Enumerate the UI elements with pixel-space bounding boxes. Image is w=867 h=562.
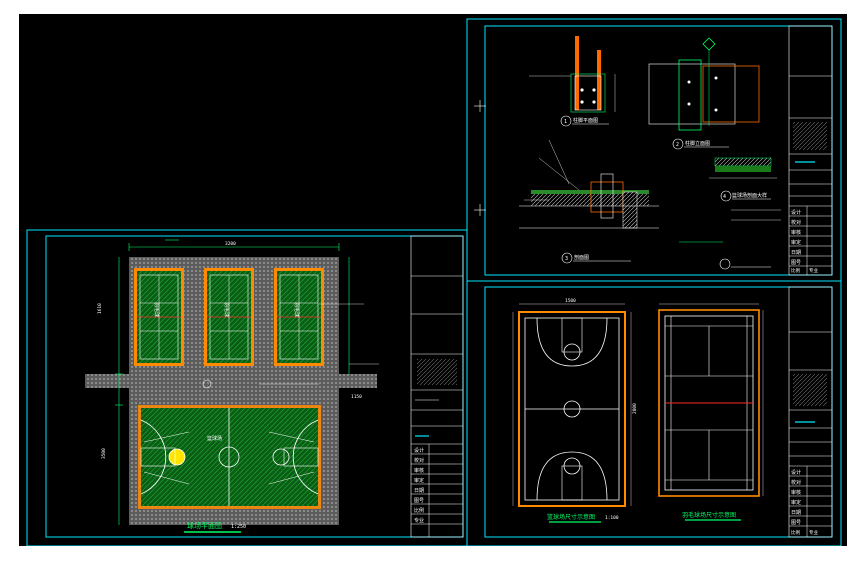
- dim-length: 2800: [632, 403, 638, 414]
- sheet-frame: [466, 18, 842, 282]
- caption-badminton-dims: 羽毛球场尺寸示意图: [682, 511, 736, 519]
- svg-text:比例: 比例: [791, 529, 800, 536]
- svg-text:审核: 审核: [791, 229, 801, 236]
- svg-text:设计: 设计: [414, 447, 424, 454]
- svg-text:日期: 日期: [791, 250, 801, 256]
- label-basketball: 篮球场: [207, 435, 222, 442]
- title-block-text: 设计 校对 审核 审定 日期 图号 比例 专业: [414, 447, 424, 524]
- sheet-details[interactable]: 1 柱脚平面图 2 柱脚立面图 3 剖面图 4 篮球场剖面大样 设计 校对 审核…: [466, 18, 842, 282]
- svg-text:校对: 校对: [414, 457, 424, 464]
- sheet-site-plan[interactable]: 球场平面图 1:250 3200 1610 3500 1150 羽毛球 羽毛球 …: [26, 229, 468, 546]
- detail-caption-1: 柱脚平面图: [573, 117, 598, 124]
- svg-text:校对: 校对: [791, 479, 801, 486]
- svg-text:专业: 专业: [809, 529, 818, 536]
- scale-site-plan: 1:250: [231, 524, 246, 530]
- svg-text:比例: 比例: [791, 267, 800, 274]
- badminton-dimension-drawing: [658, 303, 764, 521]
- detail-number-2: 2: [676, 142, 679, 148]
- cad-viewport[interactable]: 球场平面图 1:250 3200 1610 3500 1150 羽毛球 羽毛球 …: [19, 14, 847, 546]
- basketball-court: [138, 405, 321, 509]
- title-block-text: 设计 校对 审核 审定 日期 图号 比例 专业: [791, 209, 818, 274]
- dim-bottom-height: 3500: [101, 448, 107, 459]
- detail-post-plan: [529, 36, 616, 127]
- svg-text:日期: 日期: [414, 488, 424, 494]
- dim-top-height: 1610: [97, 303, 103, 314]
- svg-text:审定: 审定: [791, 499, 801, 506]
- svg-text:设计: 设计: [791, 469, 801, 476]
- svg-text:审定: 审定: [791, 239, 801, 246]
- svg-text:图号: 图号: [791, 520, 801, 526]
- detail-post-elevation: [648, 37, 760, 150]
- dim-width: 1500: [565, 298, 576, 304]
- sheet-inner-frame: [484, 25, 833, 276]
- sheet-court-dims[interactable]: 篮球场尺寸示意图 羽毛球场尺寸示意图 1:100 2800 1500 设计 校对…: [466, 280, 842, 546]
- detail-caption-3: 剖面图: [574, 254, 589, 261]
- dim-side: 1150: [351, 394, 362, 400]
- svg-text:设计: 设计: [791, 209, 801, 216]
- dim-total-width: 3200: [225, 241, 236, 247]
- label-court-2: 羽毛球: [223, 302, 230, 317]
- basketball-dimension-drawing: [512, 303, 632, 523]
- detail-caption-4: 篮球场剖面大样: [732, 192, 767, 199]
- svg-text:审核: 审核: [414, 467, 424, 474]
- detail-caption-2: 柱脚立面图: [685, 140, 710, 147]
- svg-text:校对: 校对: [791, 219, 801, 226]
- detail-number-3: 3: [565, 256, 568, 262]
- label-court-1: 羽毛球: [153, 302, 160, 317]
- caption-site-plan: 球场平面图: [187, 521, 222, 530]
- paved-walkway: [85, 374, 377, 388]
- svg-text:审核: 审核: [791, 489, 801, 496]
- svg-text:日期: 日期: [791, 510, 801, 516]
- svg-text:审定: 审定: [414, 477, 424, 484]
- svg-text:专业: 专业: [809, 267, 818, 274]
- svg-text:专业: 专业: [414, 517, 424, 524]
- detail-number-1: 1: [564, 119, 567, 125]
- label-court-3: 羽毛球: [293, 302, 300, 317]
- cad-drawing: 球场平面图 1:250 3200 1610 3500 1150 羽毛球 羽毛球 …: [26, 18, 842, 546]
- scale-court-dims: 1:100: [605, 515, 619, 521]
- svg-text:图号: 图号: [791, 260, 801, 266]
- title-block: [788, 25, 833, 276]
- detail-number-4: 4: [723, 194, 726, 200]
- crosshair-marks: [474, 100, 486, 216]
- svg-text:比例: 比例: [414, 507, 424, 514]
- detail-section: [519, 139, 659, 264]
- detail-court-section: [679, 157, 781, 270]
- caption-basketball-dims: 篮球场尺寸示意图: [547, 513, 595, 521]
- svg-text:图号: 图号: [414, 498, 424, 504]
